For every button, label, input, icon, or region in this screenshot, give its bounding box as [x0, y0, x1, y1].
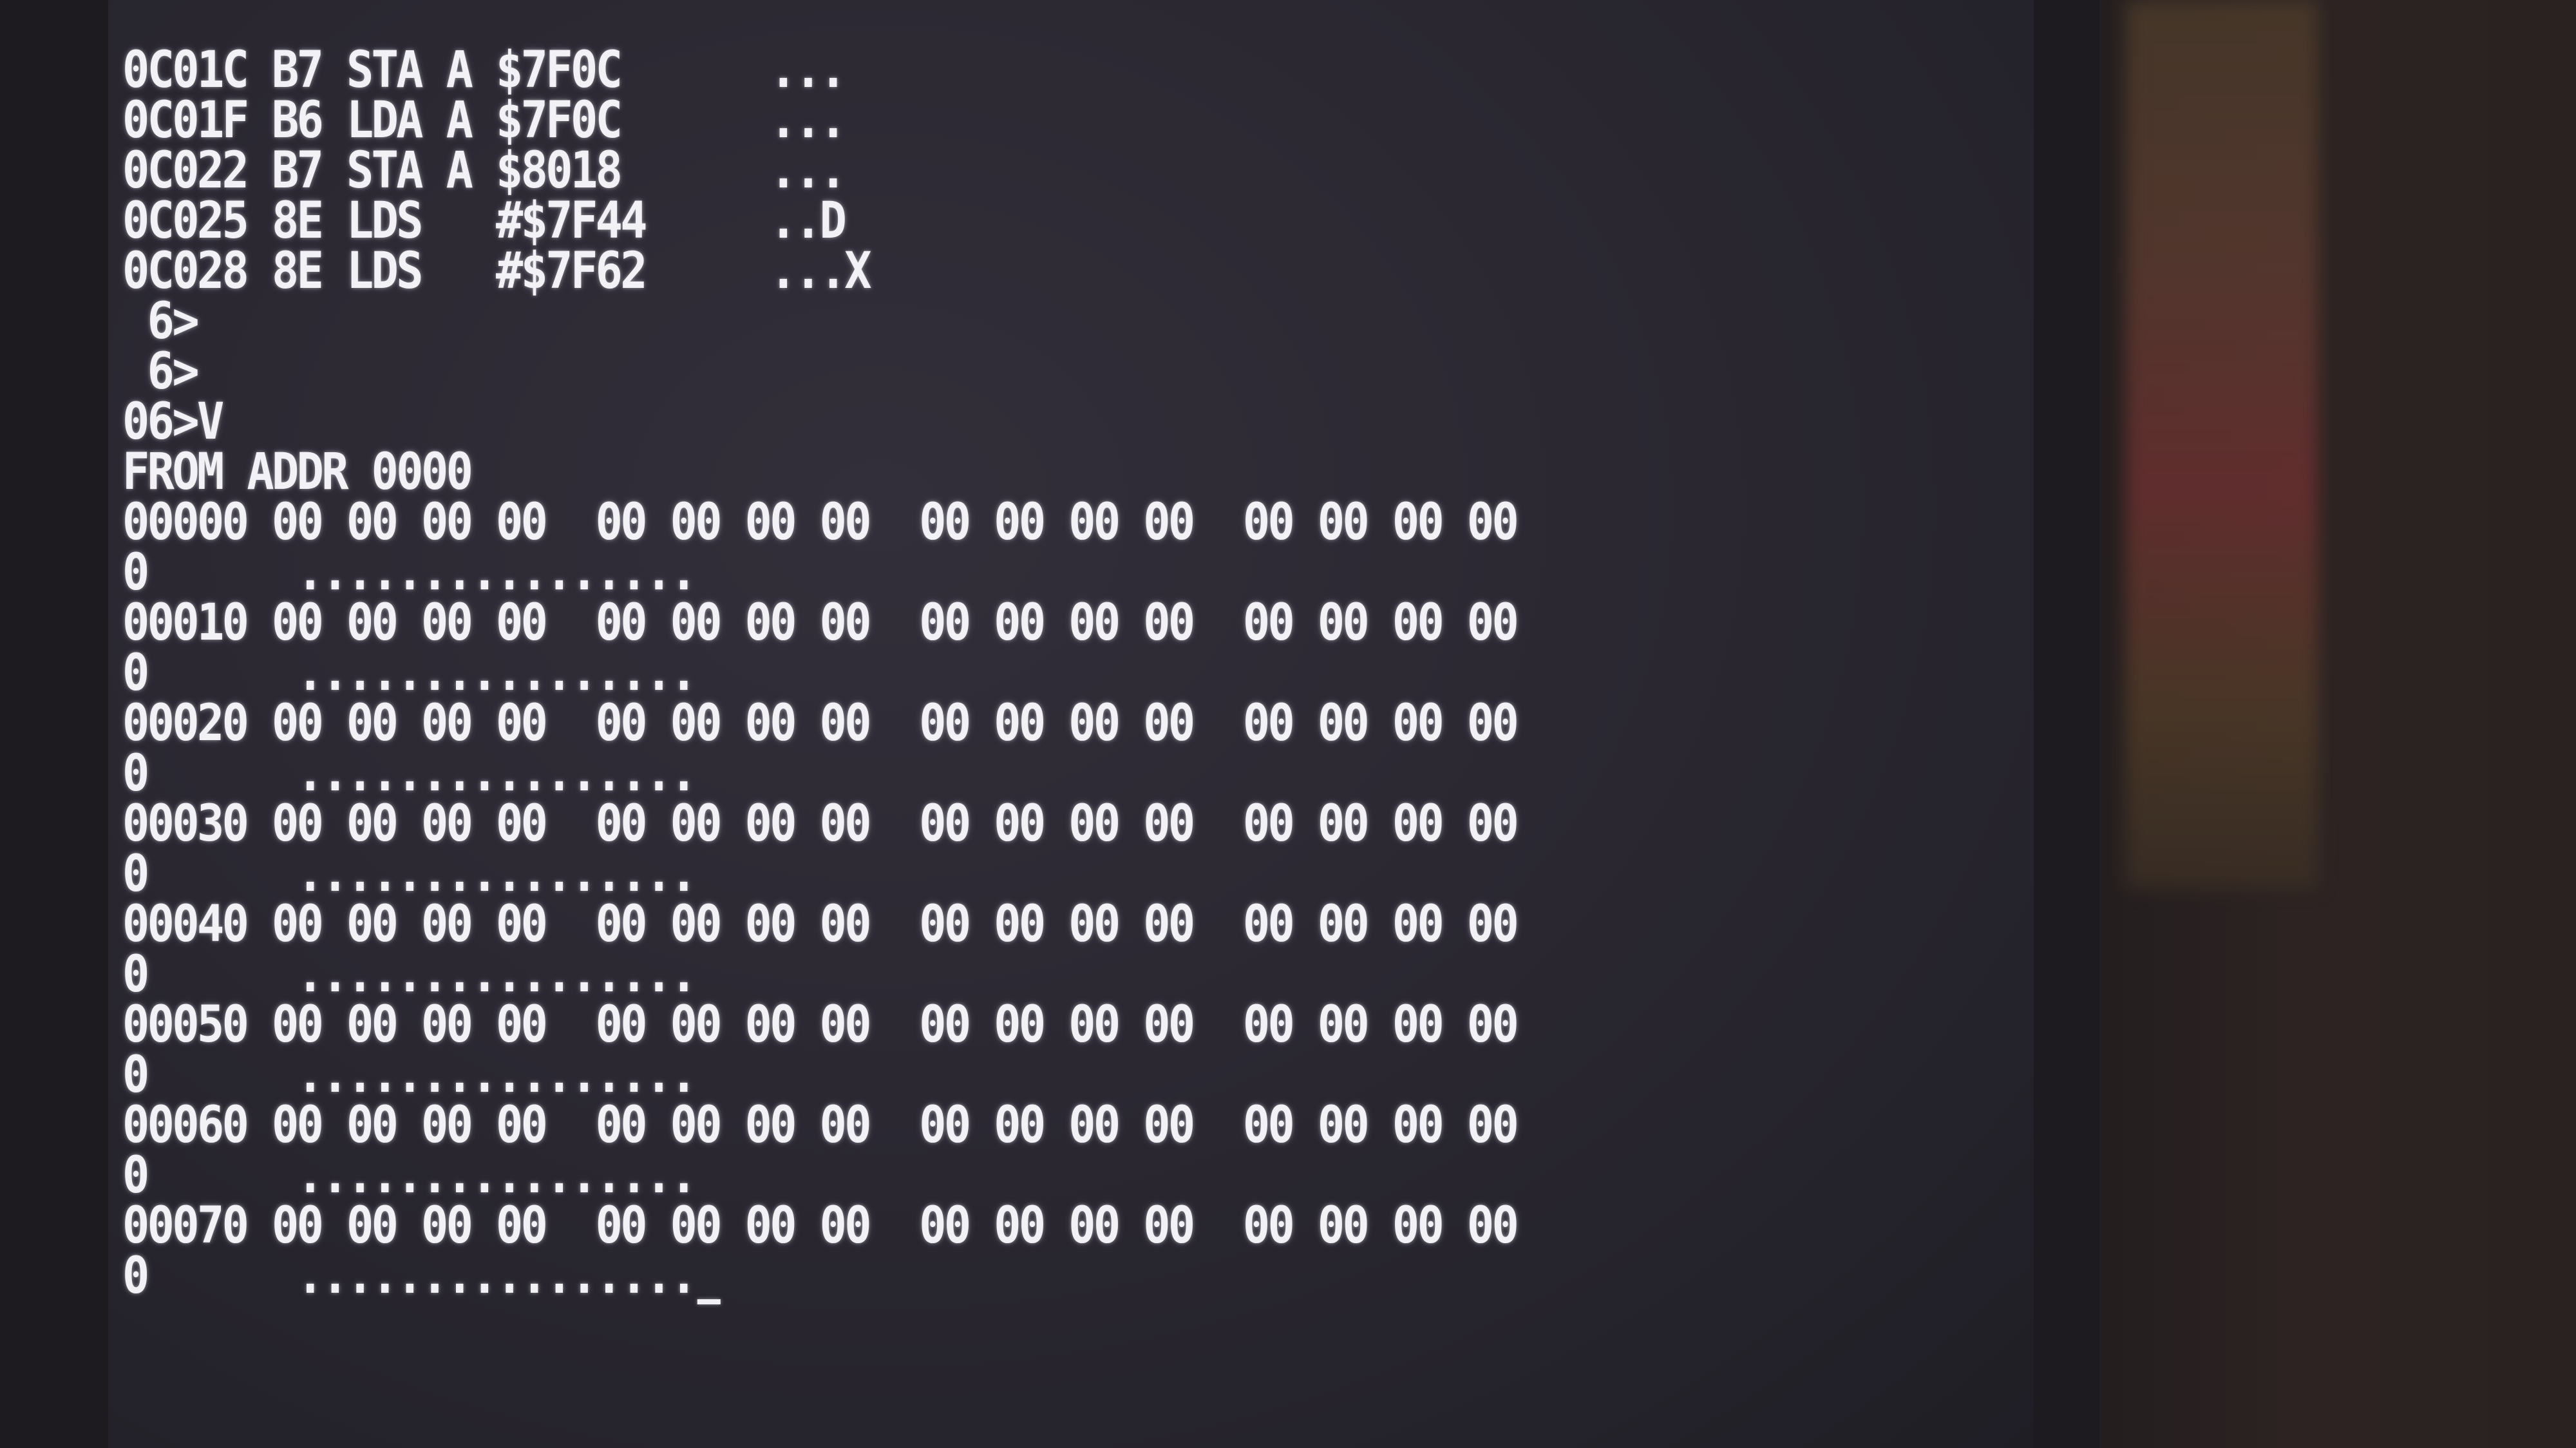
- dump-hex-line: 00000 00 00 00 00 00 00 00 00 00 00 00 0…: [122, 493, 1519, 551]
- disasm-line: 0C028 8E LDS #$7F62 ...X: [122, 242, 872, 300]
- from-addr-line: FROM ADDR 0000: [122, 443, 473, 501]
- terminal-output: 0C01C B7 STA A $7F0C ... 0C01F B6 LDA A …: [122, 41, 1672, 1304]
- dump-ascii-line: 0 ................: [122, 644, 697, 702]
- dump-hex-line: 00030 00 00 00 00 00 00 00 00 00 00 00 0…: [122, 795, 1519, 853]
- dump-hex-line: 00040 00 00 00 00 00 00 00 00 00 00 00 0…: [122, 895, 1519, 953]
- dump-ascii-line: 0 ................: [122, 1251, 1517, 1304]
- dump-ascii-line: 0 ................: [122, 946, 697, 1004]
- text-cursor[interactable]: [697, 1299, 721, 1304]
- disasm-line: 0C025 8E LDS #$7F44 ..D: [122, 192, 847, 250]
- dump-hex-line: 00020 00 00 00 00 00 00 00 00 00 00 00 0…: [122, 694, 1519, 752]
- disasm-line: 0C022 B7 STA A $8018 ...: [122, 142, 847, 200]
- prompt-line: 6>: [122, 343, 200, 401]
- photo-scene: 0C01C B7 STA A $7F0C ... 0C01F B6 LDA A …: [0, 0, 2576, 1448]
- command-line: 06>V: [122, 393, 224, 451]
- disasm-line: 0C01F B6 LDA A $7F0C ...: [122, 91, 847, 149]
- dump-hex-line: 00060 00 00 00 00 00 00 00 00 00 00 00 0…: [122, 1096, 1519, 1154]
- dump-ascii-line: 0 ................: [122, 1046, 697, 1104]
- dump-ascii-text: 0 ................: [122, 1247, 697, 1305]
- dump-ascii-line: 0 ................: [122, 1147, 697, 1205]
- disasm-line: 0C01C B7 STA A $7F0C ...: [122, 41, 847, 99]
- dump-ascii-line: 0 ................: [122, 544, 697, 602]
- dump-hex-line: 00050 00 00 00 00 00 00 00 00 00 00 00 0…: [122, 996, 1519, 1054]
- prompt-line: 6>: [122, 292, 200, 350]
- dump-hex-line: 00070 00 00 00 00 00 00 00 00 00 00 00 0…: [122, 1197, 1519, 1255]
- dump-ascii-line: 0 ................: [122, 745, 697, 803]
- dump-ascii-line: 0 ................: [122, 845, 697, 903]
- dump-hex-line: 00010 00 00 00 00 00 00 00 00 00 00 00 0…: [122, 594, 1519, 652]
- wall-poster: [2125, 0, 2318, 889]
